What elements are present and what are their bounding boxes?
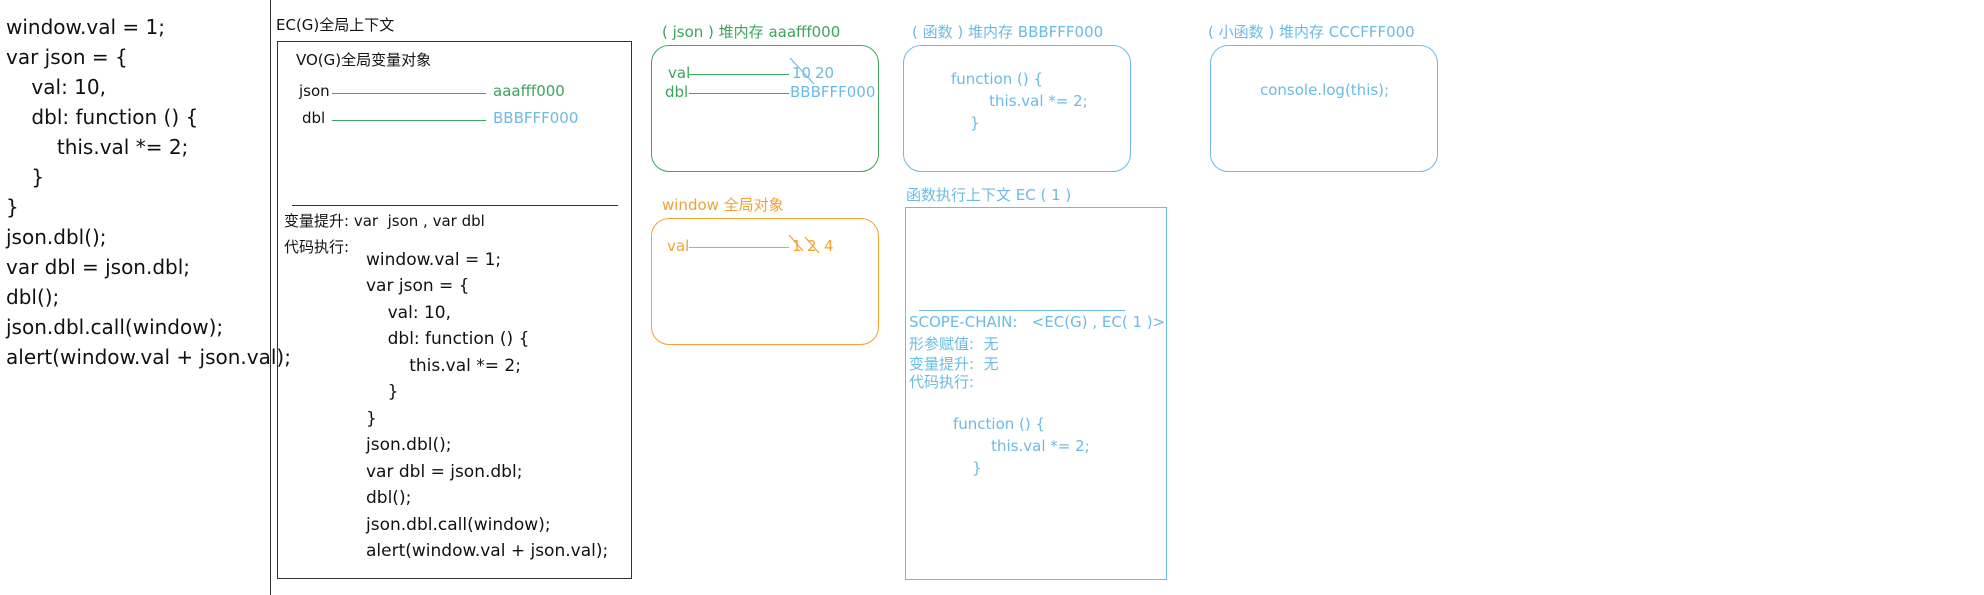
left-code-line: var json = { bbox=[6, 45, 128, 69]
vo-json-value: aaafff000 bbox=[493, 82, 565, 100]
vo-dbl-label: dbl bbox=[302, 109, 326, 127]
left-code-line: val: 10, bbox=[6, 75, 106, 99]
small-func-heap-box: console.log(this); bbox=[1210, 45, 1438, 172]
vo-json-label: json bbox=[299, 82, 330, 100]
func-ec-exec-label: 代码执行: bbox=[909, 373, 975, 391]
exec-label: 代码执行: bbox=[284, 238, 350, 256]
left-code-line: var dbl = json.dbl; bbox=[6, 255, 191, 279]
ec-code-line: var json = { bbox=[366, 276, 470, 296]
func-ec-scope-chain: SCOPE-CHAIN: <EC(G) , EC( 1 )> bbox=[909, 313, 1166, 331]
func-ec-box: SCOPE-CHAIN: <EC(G) , EC( 1 )> 形参赋值: 无 变… bbox=[905, 207, 1167, 580]
func-heap-title: ( 函数 ) 堆内存 BBBFFF000 bbox=[912, 23, 1104, 41]
ec-code-line: var dbl = json.dbl; bbox=[366, 462, 523, 482]
column-divider bbox=[270, 0, 271, 595]
global-ec-title: EC(G)全局上下文 bbox=[276, 16, 395, 34]
func-ec-params: 形参赋值: 无 bbox=[909, 335, 999, 353]
left-code-line: } bbox=[6, 165, 45, 189]
left-code-line: dbl(); bbox=[6, 285, 60, 309]
vo-dbl-value: BBBFFF000 bbox=[493, 109, 579, 127]
left-code-line: this.val *= 2; bbox=[6, 135, 189, 159]
hoisting-text: 变量提升: var json , var dbl bbox=[284, 212, 485, 230]
ec-code-line: val: 10, bbox=[366, 303, 451, 323]
func-heap-box: function () { this.val *= 2; } bbox=[903, 45, 1131, 172]
window-val-strikes bbox=[788, 234, 820, 254]
vo-json-arrow bbox=[332, 93, 486, 94]
ec-code-line: } bbox=[366, 409, 377, 429]
func-ec-code-line: } bbox=[953, 459, 982, 477]
ec-code-line: } bbox=[366, 382, 399, 402]
vo-divider bbox=[292, 205, 618, 206]
func-ec-code-line: this.val *= 2; bbox=[953, 437, 1090, 455]
ec-code-line: json.dbl.call(window); bbox=[366, 515, 551, 535]
ec-code-line: alert(window.val + json.val); bbox=[366, 541, 609, 561]
vo-dbl-arrow bbox=[332, 120, 486, 121]
left-code-line: json.dbl.call(window); bbox=[6, 315, 224, 339]
left-code-line: json.dbl(); bbox=[6, 225, 107, 249]
vo-title: VO(G)全局变量对象 bbox=[296, 51, 432, 69]
func-heap-code-line: function () { bbox=[951, 70, 1044, 88]
json-val-label: val bbox=[668, 64, 691, 82]
json-heap-title: ( json ) 堆内存 aaafff000 bbox=[662, 23, 841, 41]
json-dbl-label: dbl bbox=[665, 83, 689, 101]
ec-code-line: json.dbl(); bbox=[366, 435, 452, 455]
small-func-heap-title: ( 小函数 ) 堆内存 CCCFFF000 bbox=[1208, 23, 1415, 41]
left-code-line: dbl: function () { bbox=[6, 105, 199, 129]
small-func-heap-code: console.log(this); bbox=[1260, 81, 1390, 99]
json-dbl-value: BBBFFF000 bbox=[790, 83, 876, 101]
func-ec-title: 函数执行上下文 EC ( 1 ) bbox=[906, 186, 1072, 204]
left-code-line: alert(window.val + json.val); bbox=[6, 345, 291, 369]
ec-code-line: dbl(); bbox=[366, 488, 412, 508]
func-heap-code-line: } bbox=[951, 114, 980, 132]
window-obj-box: val 1 2 4 bbox=[651, 218, 879, 345]
func-heap-code-line: this.val *= 2; bbox=[951, 92, 1088, 110]
func-ec-code-line: function () { bbox=[953, 415, 1046, 433]
json-val-arrow bbox=[689, 74, 789, 75]
left-code-line: window.val = 1; bbox=[6, 15, 165, 39]
global-ec-box: VO(G)全局变量对象 json aaafff000 dbl BBBFFF000… bbox=[277, 41, 632, 579]
window-obj-title: window 全局对象 bbox=[662, 196, 784, 214]
json-heap-box: val 10 20 dbl BBBFFF000 bbox=[651, 45, 879, 172]
left-code-line: } bbox=[6, 195, 19, 219]
ec-code-line: this.val *= 2; bbox=[366, 356, 521, 376]
window-val-label: val bbox=[667, 237, 690, 255]
window-val-arrow bbox=[689, 247, 789, 248]
ec-code-line: dbl: function () { bbox=[366, 329, 530, 349]
json-dbl-arrow bbox=[689, 93, 789, 94]
ec-code-line: window.val = 1; bbox=[366, 250, 502, 270]
func-ec-divider bbox=[919, 310, 1125, 311]
